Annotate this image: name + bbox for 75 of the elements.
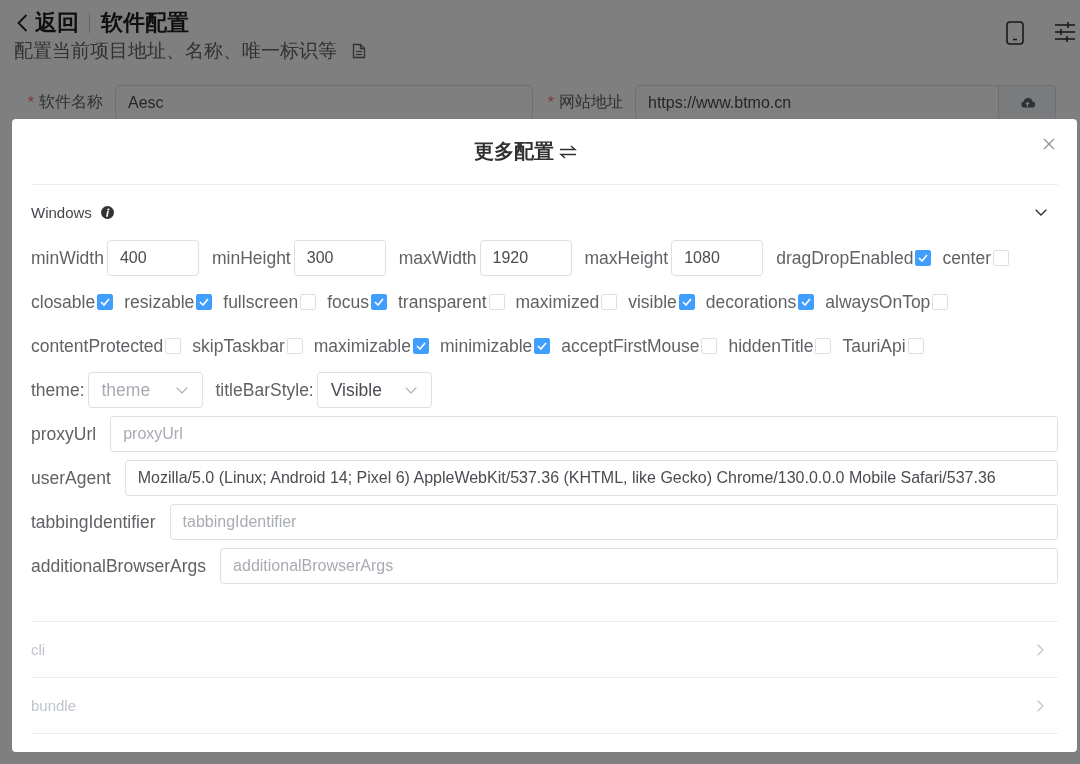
field-label: tabbingIdentifier [31, 511, 156, 533]
chevron-left-icon [17, 14, 28, 32]
checkbox-label[interactable]: TauriApi [842, 335, 906, 357]
section-title[interactable]: Windows [31, 204, 92, 221]
select-field[interactable]: Visible [316, 372, 432, 408]
number-field[interactable]: 1920 [479, 240, 572, 276]
text-field[interactable]: tabbingIdentifier [169, 504, 1058, 540]
checkbox-label[interactable]: visible [628, 291, 677, 313]
check-icon [681, 298, 692, 306]
form-label: 软件名称 [39, 92, 103, 112]
field-label: proxyUrl [31, 423, 97, 445]
check-icon [415, 342, 426, 350]
close-icon [1043, 138, 1055, 150]
check-icon [537, 342, 548, 350]
number-field[interactable]: 1080 [671, 240, 764, 276]
field-label: titleBarStyle: [215, 379, 314, 401]
chevron-down-icon [175, 386, 188, 394]
field-label: minWidth [31, 247, 104, 269]
checkbox-label[interactable]: resizable [124, 291, 195, 313]
checkbox-label[interactable]: skipTaskbar [192, 335, 285, 357]
checkbox[interactable] [915, 250, 932, 266]
chevron-down-icon [404, 386, 417, 394]
check-icon [100, 298, 111, 306]
check-icon [199, 298, 210, 306]
back-button[interactable]: 返回 [14, 8, 79, 38]
checkbox-label[interactable]: acceptFirstMouse [561, 335, 700, 357]
checkbox[interactable] [97, 294, 114, 310]
page-subtitle: 配置当前项目地址、名称、唯一标识等 [14, 39, 337, 63]
checkbox-label[interactable]: fullscreen [223, 291, 299, 313]
checkbox-label[interactable]: hiddenTitle [728, 335, 814, 357]
checkbox-label[interactable]: center [942, 247, 991, 269]
checkbox[interactable] [196, 294, 213, 310]
field-label: maxWidth [398, 247, 477, 269]
checkbox-label[interactable]: transparent [398, 291, 487, 313]
field-label: maxHeight [584, 247, 669, 269]
checkbox-label[interactable]: dragDropEnabled [776, 247, 914, 269]
form-label: 网站地址 [559, 92, 623, 112]
check-icon [801, 298, 812, 306]
checkbox-label[interactable]: minimizable [439, 335, 533, 357]
field-label: userAgent [31, 467, 111, 489]
page-title: 软件配置 [101, 9, 189, 37]
required-mark: * [27, 93, 34, 112]
check-icon [918, 254, 929, 262]
field-label: additionalBrowserArgs [31, 555, 207, 577]
required-mark: * [547, 93, 554, 112]
checkbox[interactable] [371, 294, 387, 310]
checkbox-label[interactable]: maximizable [313, 335, 411, 357]
text-field[interactable]: proxyUrl [110, 416, 1058, 452]
checkbox[interactable] [798, 294, 815, 310]
url-field[interactable]: https://www.btmo.cn [635, 85, 999, 120]
field-label: minHeight [211, 247, 291, 269]
tablet-icon[interactable] [1006, 21, 1024, 45]
text-field[interactable]: additionalBrowserArgs [220, 548, 1058, 584]
sliders-icon[interactable] [1055, 21, 1075, 43]
checkbox[interactable] [412, 338, 429, 354]
number-field[interactable]: 300 [293, 240, 386, 276]
field-label: theme: [31, 379, 85, 401]
chevron-down-icon[interactable] [1035, 209, 1047, 216]
number-field[interactable]: 400 [106, 240, 199, 276]
checkbox-label[interactable]: closable [31, 291, 96, 313]
checkbox[interactable] [678, 294, 695, 310]
checkbox-label[interactable]: maximized [515, 291, 600, 313]
close-button[interactable] [1043, 138, 1055, 150]
cloud-upload-icon [1019, 97, 1035, 108]
checkbox-label[interactable]: decorations [705, 291, 797, 313]
text-field[interactable]: Mozilla/5.0 (Linux; Android 14; Pixel 6) AppleWebKit/537.36 (KHTML, like Gecko) Chrome/130.0.0.0 Mobile Safari/537.36 [124, 460, 1058, 496]
check-icon [374, 298, 384, 306]
checkbox-label[interactable]: contentProtected [31, 335, 164, 357]
text-field[interactable]: Aesc [115, 85, 533, 120]
checkbox-label[interactable]: focus [327, 291, 369, 313]
dialog-title: 更多配置 [474, 139, 554, 164]
upload-button[interactable] [999, 85, 1056, 120]
checkbox[interactable] [534, 338, 551, 354]
document-icon[interactable] [352, 42, 366, 59]
checkbox-label[interactable]: alwaysOnTop [825, 291, 931, 313]
